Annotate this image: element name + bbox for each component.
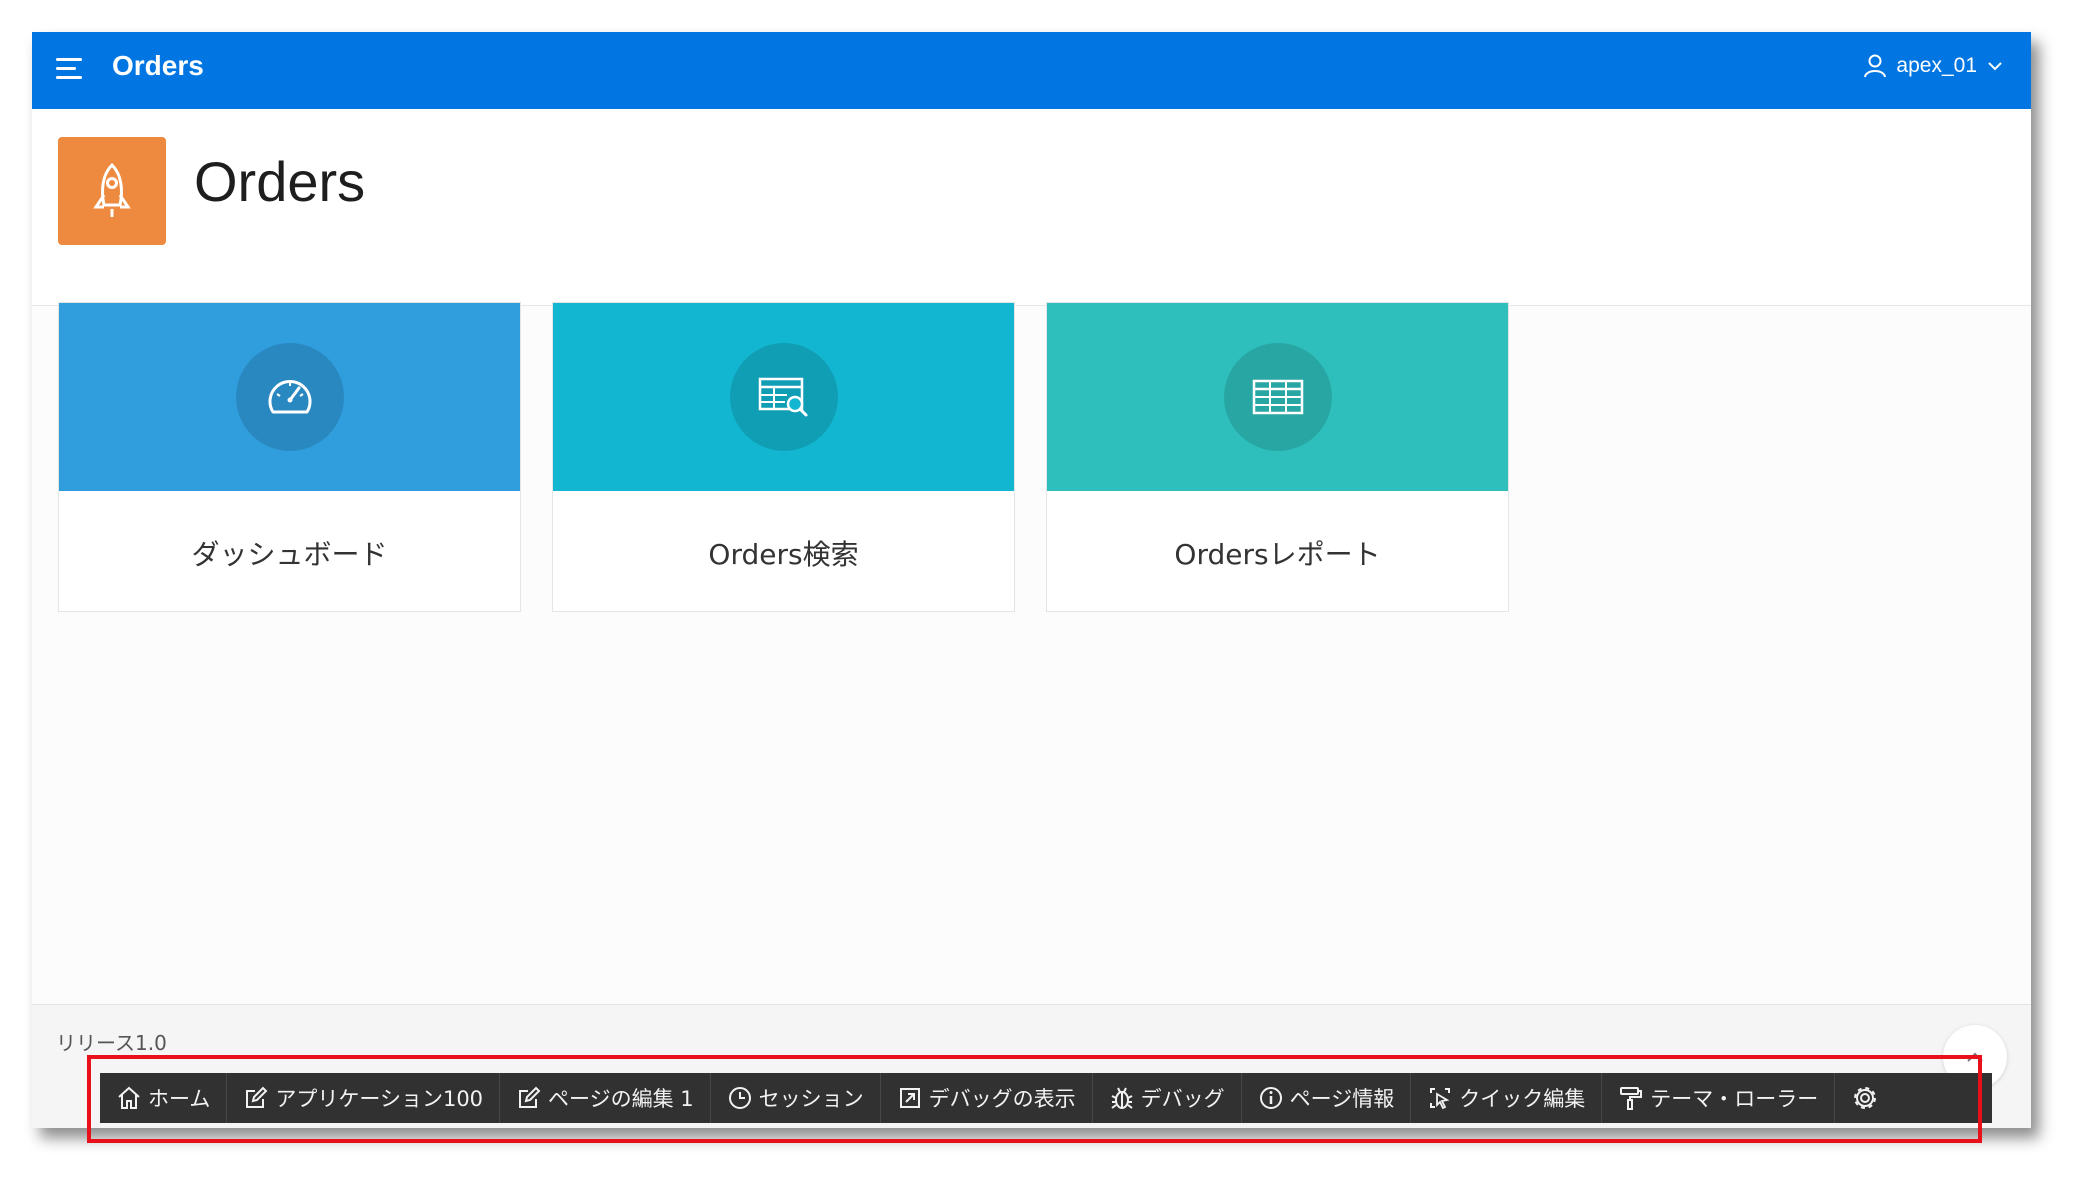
card-dashboard[interactable]: ダッシュボード [58,302,521,612]
card-label: Orders検索 [708,538,859,571]
chevron-down-icon [1988,62,2002,71]
devbar-quick-edit-button[interactable]: クイック編集 [1411,1073,1603,1123]
devbar-item-label: アプリケーション100 [275,1087,484,1111]
devbar-item-label: デバッグの表示 [928,1087,1076,1111]
edit-icon [519,1086,541,1108]
table-search-icon [758,377,807,417]
browser-window: Orders apex_01 Orders ダッシュボード Orders検索 O… [32,32,2031,1128]
devbar-item-label: ページの編集 1 [548,1087,694,1111]
devbar-application-button[interactable]: アプリケーション100 [227,1073,501,1123]
devbar-item-label: デバッグ [1140,1087,1225,1111]
devbar-settings-button[interactable] [1835,1073,1895,1123]
devbar-view-debug-button[interactable]: デバッグの表示 [881,1073,1093,1123]
home-icon [118,1086,140,1109]
card-label: Ordersレポート [1174,538,1381,571]
dashboard-gauge-icon [268,380,311,414]
app-title[interactable]: Orders [112,50,204,82]
card-header [59,303,520,491]
card-icon-circle [1223,343,1332,451]
developer-toolbar: ホーム アプリケーション100 ページの編集 1 セッション デバッグの表示 デ… [100,1073,1992,1123]
user-name: apex_01 [1896,54,1977,77]
table-grid-icon [1252,379,1303,415]
card-icon-circle [235,343,344,451]
devbar-item-label: テーマ・ローラー [1650,1087,1819,1111]
devbar-home-button[interactable]: ホーム [100,1073,228,1123]
release-label: リリース1.0 [56,1031,167,1055]
devbar-theme-roller-button[interactable]: テーマ・ローラー [1602,1073,1836,1123]
card-orders-search[interactable]: Orders検索 [552,302,1015,612]
edit-icon [246,1086,268,1108]
top-header: Orders apex_01 [32,32,2031,109]
devbar-item-label: ホーム [148,1087,211,1111]
card-label: ダッシュボード [191,538,388,571]
card-header [553,303,1014,491]
hero-region: Orders [32,109,2031,306]
bug-icon [1111,1087,1133,1109]
devbar-item-label: セッション [758,1087,864,1111]
page-title: Orders [194,150,366,213]
gear-icon [1854,1087,1877,1109]
chevron-up-icon [1967,1052,1983,1062]
rocket-icon [58,137,166,245]
cursor-select-icon [1430,1088,1451,1110]
devbar-item-label: クイック編集 [1459,1087,1586,1111]
user-menu[interactable]: apex_01 [1864,54,2003,78]
menu-toggle-icon[interactable] [56,58,86,82]
external-link-icon [899,1088,920,1108]
devbar-item-label: ページ情報 [1289,1087,1395,1111]
card-orders-report[interactable]: Ordersレポート [1046,302,1509,612]
paint-roller-icon [1620,1087,1643,1110]
card-header [1047,303,1508,491]
devbar-page-info-button[interactable]: ページ情報 [1242,1073,1412,1123]
card-icon-circle [729,343,838,451]
info-icon [1259,1087,1282,1109]
devbar-edit-page-button[interactable]: ページの編集 1 [500,1073,711,1123]
devbar-debug-button[interactable]: デバッグ [1093,1073,1242,1123]
clock-icon [728,1087,751,1109]
devbar-session-button[interactable]: セッション [711,1073,881,1123]
user-icon [1864,54,1887,78]
